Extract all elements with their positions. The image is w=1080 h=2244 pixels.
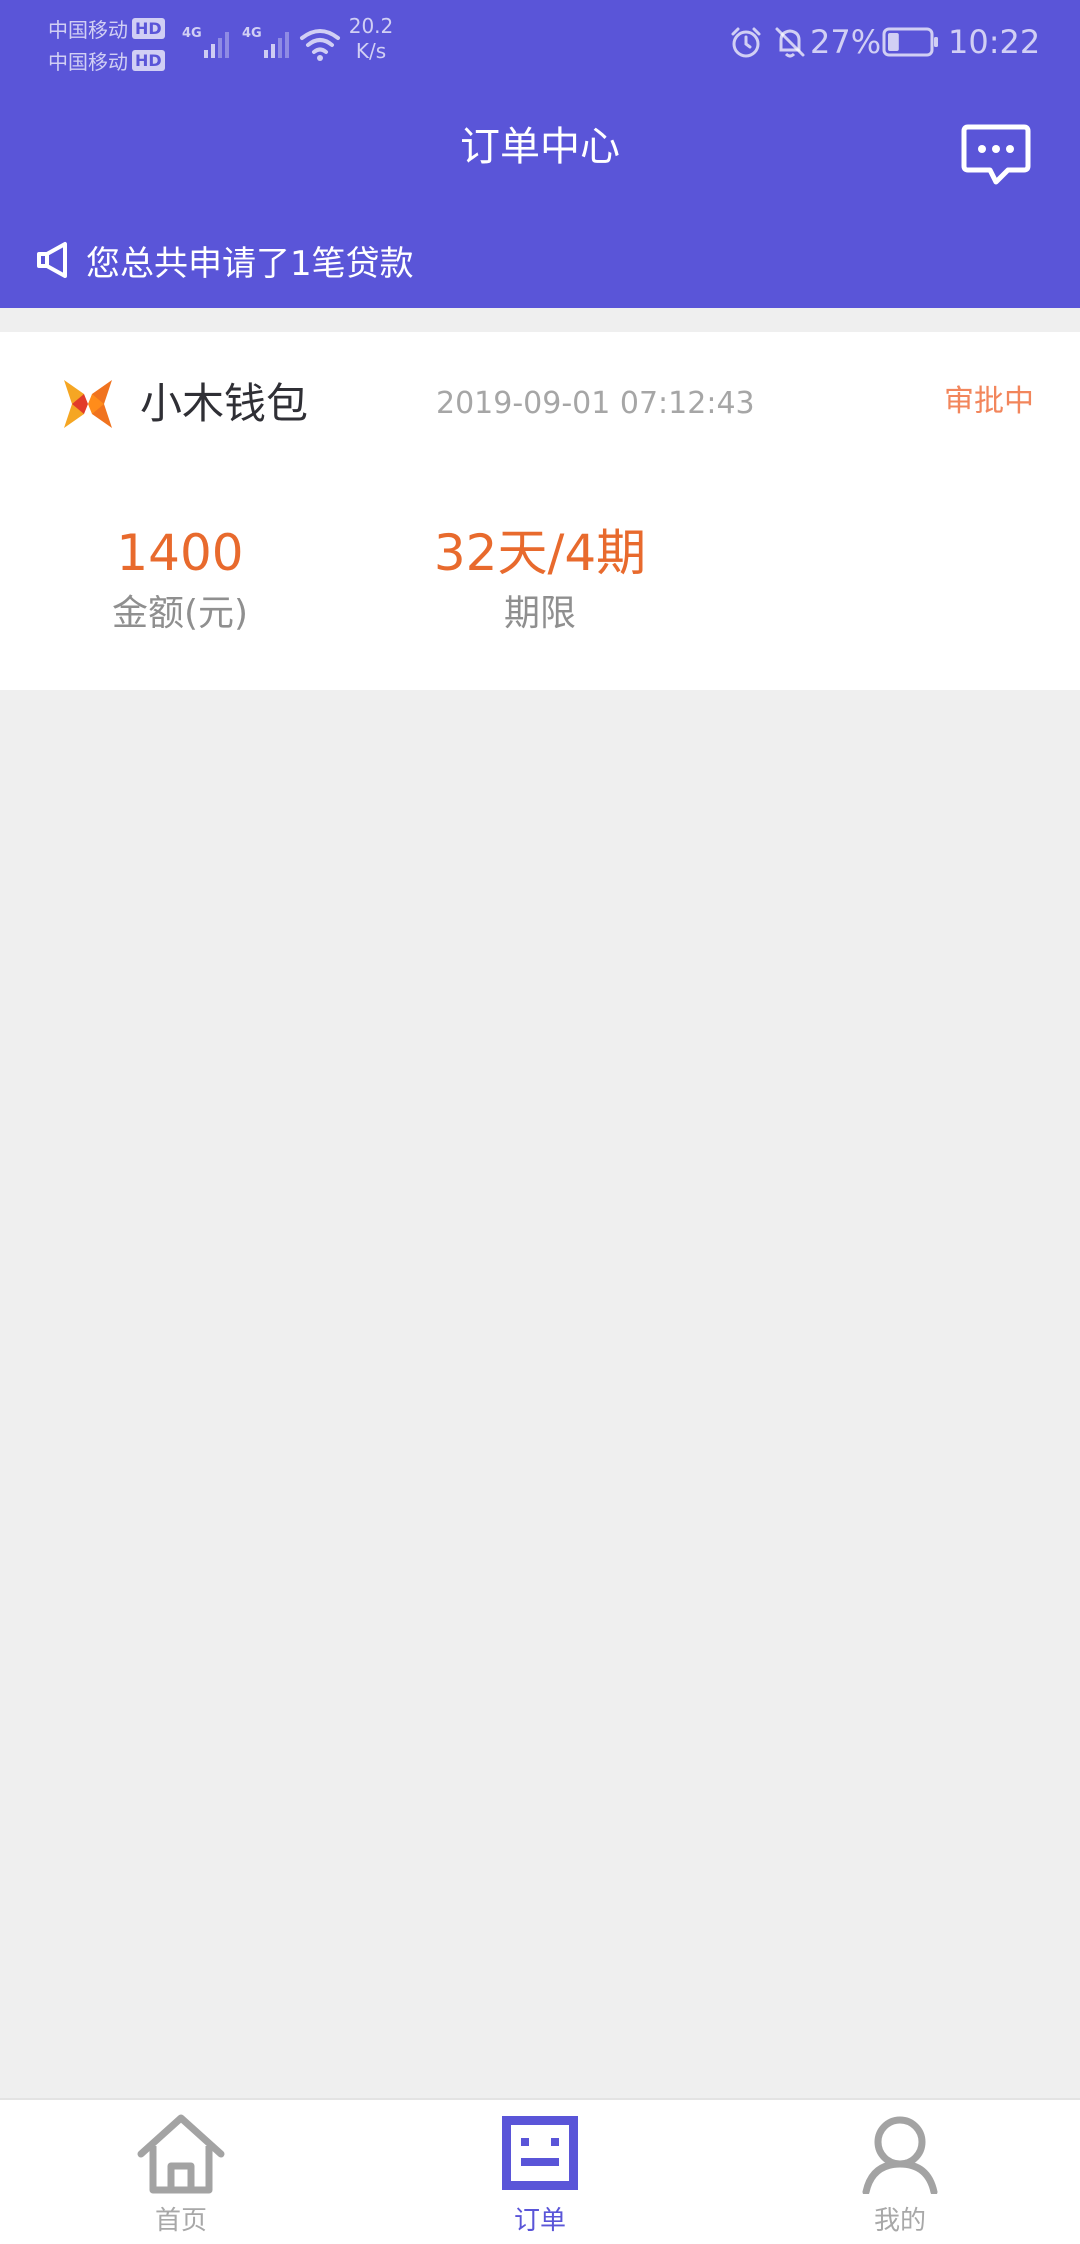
home-icon (137, 2114, 225, 2194)
megaphone-icon (37, 242, 67, 278)
mute-icon (775, 27, 805, 58)
signal-icon: 4G (242, 26, 292, 58)
clock: 10:22 (948, 23, 1041, 61)
header-bar: 中国移动 HD 中国移动 HD 4G 4G 20.2 K/s 27% 10:22… (0, 0, 1080, 308)
order-status: 审批中 (944, 384, 1034, 419)
nav-mine[interactable]: 我的 (830, 2112, 970, 2238)
status-bar: 中国移动 HD 中国移动 HD 4G 4G 20.2 K/s 27% 10:22 (0, 0, 1080, 86)
orders-icon (502, 2116, 578, 2190)
wifi-icon (300, 29, 340, 61)
carrier-name-2: 中国移动 (48, 49, 128, 74)
network-speed-unit: K/s (355, 39, 387, 63)
network-speed-value: 20.2 (348, 14, 394, 38)
nav-orders-label: 订单 (513, 2206, 566, 2236)
network-speed: 20.2 K/s (344, 14, 398, 64)
nav-home-label: 首页 (154, 2206, 207, 2236)
loan-count-notice: 您总共申请了1笔贷款 (34, 236, 414, 284)
nav-orders[interactable]: 订单 (470, 2112, 610, 2238)
xiaomu-logo-icon (64, 380, 112, 428)
loan-amount-value: 1400 (116, 524, 244, 582)
hd-badge-1: HD (132, 17, 165, 39)
nav-home[interactable]: 首页 (111, 2112, 251, 2238)
battery-percent: 27% (810, 23, 882, 61)
hd-badge-2: HD (132, 49, 165, 71)
loan-term-value: 32天/4期 (433, 524, 647, 582)
carrier-name-1: 中国移动 (48, 17, 128, 42)
loan-term-label: 期限 (503, 593, 576, 634)
carrier-info: 中国移动 HD 中国移动 HD (48, 12, 180, 76)
bottom-navigation: 首页 订单 我的 (0, 2098, 1080, 2244)
signal-icon: 4G (182, 26, 232, 58)
loan-term: 32天/4期 期限 (409, 520, 671, 642)
loan-amount: 1400 金额(元) (50, 520, 310, 642)
lender-name: 小木钱包 (140, 379, 309, 428)
order-time: 2019-09-01 07:12:43 (436, 386, 755, 421)
page-title: 订单中心 (460, 124, 620, 170)
network-type-label: 4G (242, 26, 262, 41)
battery-icon (882, 27, 938, 57)
order-card[interactable]: 小木钱包 2019-09-01 07:12:43 审批中 1400 金额(元) … (0, 332, 1080, 690)
alarm-icon (731, 27, 761, 58)
loan-amount-label: 金额(元) (111, 593, 249, 634)
network-type-label: 4G (182, 26, 202, 41)
profile-icon (862, 2116, 938, 2194)
loan-count-text: 您总共申请了1笔贷款 (86, 243, 414, 284)
message-button[interactable] (960, 122, 1032, 186)
nav-mine-label: 我的 (873, 2206, 926, 2236)
